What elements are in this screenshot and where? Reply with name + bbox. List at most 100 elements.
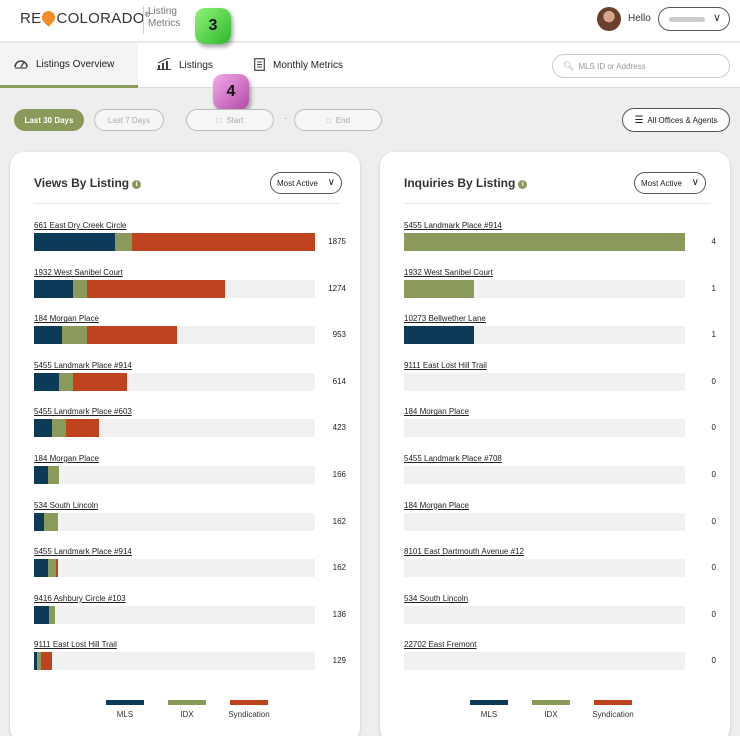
card-title: Inquiries By Listing i [404, 176, 528, 190]
bar-track [34, 466, 315, 484]
listing-address-link[interactable]: 1932 West Sanibel Court [404, 268, 493, 277]
sort-dropdown[interactable]: Most Active ∨ [634, 172, 706, 194]
bar-segment-mls [34, 419, 53, 438]
bar-segment-syndication [132, 233, 315, 251]
start-label: Start [226, 115, 244, 125]
listing-bar-row: 22702 East Fremont 0 [404, 640, 716, 686]
listing-address-link[interactable]: 184 Morgan Place [404, 501, 469, 510]
listing-address-link[interactable]: 9416 Ashbury Circle #103 [34, 594, 126, 603]
listing-bar-row: 184 Morgan Place 166 [34, 454, 346, 500]
listing-bar-row: 184 Morgan Place 0 [404, 407, 716, 453]
avatar[interactable] [597, 7, 621, 31]
info-icon[interactable]: i [518, 180, 528, 189]
document-icon [254, 57, 265, 74]
listing-bar-row: 534 South Lincoln 0 [404, 594, 716, 640]
listing-address-link[interactable]: 184 Morgan Place [404, 407, 469, 416]
legend-label: Syndication [228, 710, 270, 719]
app-subtitle: Listing Metrics [148, 6, 181, 29]
calendar-icon: □ [216, 115, 222, 125]
last-7-days-button[interactable]: Last 7 Days [94, 109, 164, 131]
info-icon[interactable]: i [132, 180, 142, 189]
bar-track [404, 233, 685, 251]
sort-label: Most Active [641, 178, 682, 188]
chart-legend: MLS IDX Syndication [94, 700, 280, 719]
bar-track [404, 279, 685, 298]
listing-address-link[interactable]: 534 South Lincoln [404, 594, 468, 603]
bar-track [34, 326, 315, 345]
divider [404, 203, 710, 204]
bar-track [404, 372, 685, 391]
logo-text-right: COLORADO [56, 10, 145, 27]
start-date-field[interactable]: □ Start [186, 109, 274, 131]
bar-segment-idx [404, 233, 685, 251]
search-icon: 🔍︎ [563, 60, 575, 71]
listing-total-value: 1 [711, 283, 716, 293]
tab-monthly-metrics[interactable]: Monthly Metrics [254, 43, 343, 88]
listing-address-link[interactable]: 184 Morgan Place [34, 454, 99, 463]
listing-address-link[interactable]: 5455 Landmark Place #914 [34, 361, 132, 370]
legend-swatch [532, 700, 570, 705]
sort-label: Most Active [277, 178, 318, 188]
listing-bar-row: 1932 West Sanibel Court 1274 [34, 268, 346, 314]
listing-address-link[interactable]: 9111 East Lost Hill Trail [34, 640, 117, 649]
bar-segment-syndication [73, 372, 127, 391]
bar-track [34, 559, 315, 578]
tab-listings-overview[interactable]: Listings Overview [0, 43, 138, 88]
listing-address-link[interactable]: 661 East Dry Creek Circle [34, 221, 126, 230]
listing-address-link[interactable]: 184 Morgan Place [34, 314, 99, 323]
legend-swatch [106, 700, 144, 705]
recolorado-logo[interactable]: RE COLORADO® [20, 8, 150, 27]
bar-segment-idx [59, 372, 74, 391]
bar-segment-syndication [41, 652, 53, 671]
listing-address-link[interactable]: 5455 Landmark Place #603 [34, 407, 132, 416]
user-name-redacted [669, 17, 705, 22]
listing-total-value: 0 [711, 656, 716, 666]
chart-icon [157, 57, 171, 73]
listing-address-link[interactable]: 10273 Bellwether Lane [404, 314, 486, 323]
listing-bar-row: 5455 Landmark Place #708 0 [404, 454, 716, 500]
listing-address-link[interactable]: 5455 Landmark Place #914 [34, 547, 132, 556]
listing-total-value: 162 [332, 563, 346, 573]
date-separator: · [284, 113, 288, 124]
listing-bar-row: 8101 East Dartmouth Avenue #12 0 [404, 547, 716, 593]
bar-track [34, 372, 315, 391]
listing-address-link[interactable]: 8101 East Dartmouth Avenue #12 [404, 547, 524, 556]
search-input[interactable]: 🔍︎ MLS ID or Address [552, 54, 730, 78]
user-menu-dropdown[interactable]: ∨ [658, 7, 730, 31]
bar-track [34, 512, 315, 531]
views-by-listing-card: Views By Listing i Most Active ∨ 661 East… [10, 152, 360, 736]
listing-address-link[interactable]: 22702 East Fremont [404, 640, 476, 649]
card-title: Views By Listing i [34, 176, 142, 190]
search-placeholder: MLS ID or Address [578, 61, 646, 71]
bar-track [404, 605, 685, 624]
bar-segment-mls [34, 466, 49, 484]
tab-listings[interactable]: Listings [157, 43, 213, 88]
offices-label: All Offices & Agents [647, 115, 718, 125]
listing-total-value: 0 [711, 563, 716, 573]
offices-agents-filter-button[interactable]: ☰ All Offices & Agents [622, 108, 730, 132]
bar-segment-mls [34, 326, 63, 345]
listing-address-link[interactable]: 1932 West Sanibel Court [34, 268, 123, 277]
card-title-text: Inquiries By Listing [404, 176, 516, 190]
legend-label: MLS [116, 710, 134, 719]
sort-dropdown[interactable]: Most Active ∨ [270, 172, 342, 194]
listing-bar-row: 5455 Landmark Place #603 423 [34, 407, 346, 453]
listing-bar-row: 5455 Landmark Place #914 4 [404, 221, 716, 267]
bar-track [404, 326, 685, 345]
listing-address-link[interactable]: 534 South Lincoln [34, 501, 98, 510]
listing-address-link[interactable]: 5455 Landmark Place #914 [404, 221, 502, 230]
end-date-field[interactable]: □ End [294, 109, 382, 131]
listing-address-link[interactable]: 5455 Landmark Place #708 [404, 454, 502, 463]
bar-segment-idx [48, 466, 60, 484]
bar-segment-mls [34, 372, 60, 391]
main-nav: Listings Overview Listings Monthly Metri… [0, 43, 740, 88]
listing-address-link[interactable]: 9111 East Lost Hill Trail [404, 361, 487, 370]
chevron-down-icon: ∨ [327, 177, 335, 188]
listing-total-value: 162 [332, 516, 346, 526]
callout-badge-4: 4 [213, 74, 249, 110]
listing-bar-row: 9111 East Lost Hill Trail 0 [404, 361, 716, 407]
listing-total-value: 953 [332, 330, 346, 340]
last-30-days-button[interactable]: Last 30 Days [14, 109, 84, 131]
legend-item-syndication: Syndication [218, 700, 280, 719]
listing-bar-row: 5455 Landmark Place #914 162 [34, 547, 346, 593]
